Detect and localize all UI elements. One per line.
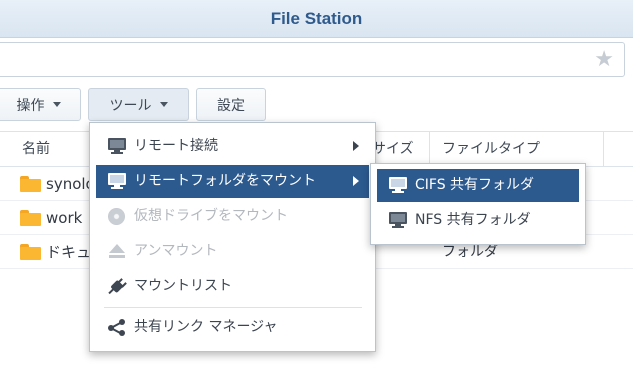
eject-icon: [108, 243, 126, 260]
settings-button-label: 設定: [217, 97, 245, 114]
monitor-icon: [389, 177, 407, 194]
menu-item-label: CIFS 共有フォルダ: [415, 177, 535, 193]
chevron-right-icon: [353, 176, 359, 186]
chevron-right-icon: [353, 141, 359, 151]
menu-item-nfs-shared-folder[interactable]: NFS 共有フォルダ: [377, 204, 579, 237]
column-header-type[interactable]: ファイルタイプ: [442, 132, 540, 166]
monitor-icon: [389, 212, 407, 229]
file-name: work: [46, 209, 83, 227]
action-button-label: 操作: [16, 97, 45, 114]
menu-item-remote-connection[interactable]: リモート接続: [96, 130, 369, 163]
menu-item-mount-remote-folder[interactable]: リモートフォルダをマウント: [96, 165, 369, 198]
column-header-size[interactable]: サイズ: [372, 132, 414, 166]
menu-item-share-link-manager[interactable]: 共有リンク マネージャ: [96, 311, 369, 344]
menu-item-label: リモートフォルダをマウント: [134, 173, 316, 189]
plug-icon: [108, 278, 127, 295]
column-header-name[interactable]: 名前: [22, 132, 50, 166]
monitor-icon: [108, 138, 126, 155]
folder-icon: [20, 210, 41, 226]
share-icon: [108, 319, 126, 336]
menu-divider: [104, 307, 362, 308]
tools-button-label: ツール: [109, 97, 152, 114]
menu-item-label: マウントリスト: [134, 278, 232, 294]
menu-item-label: アンマウント: [134, 243, 218, 259]
window-title: File Station: [270, 8, 363, 28]
mount-remote-folder-submenu: CIFS 共有フォルダ NFS 共有フォルダ: [370, 163, 586, 245]
tools-menu: リモート接続 リモートフォルダをマウント 仮想ドライブをマウント アンマウント …: [89, 122, 376, 352]
menu-item-label: 共有リンク マネージャ: [134, 319, 278, 335]
menu-item-cifs-shared-folder[interactable]: CIFS 共有フォルダ: [377, 169, 579, 202]
column-separator: [603, 132, 604, 166]
folder-icon: [20, 244, 41, 260]
menu-item-label: NFS 共有フォルダ: [415, 212, 531, 228]
monitor-icon: [108, 173, 126, 190]
menu-item-mount-virtual-drive[interactable]: 仮想ドライブをマウント: [96, 200, 369, 233]
tools-button[interactable]: ツール: [88, 88, 189, 121]
action-button[interactable]: 操作: [0, 88, 81, 121]
chevron-down-icon: [159, 102, 168, 107]
path-bar[interactable]: ★: [0, 42, 625, 77]
column-separator: [429, 132, 430, 166]
menu-item-label: リモート接続: [134, 138, 218, 154]
chevron-down-icon: [52, 102, 61, 107]
menu-item-mount-list[interactable]: マウントリスト: [96, 270, 369, 303]
menu-item-label: 仮想ドライブをマウント: [134, 208, 288, 224]
menu-item-unmount[interactable]: アンマウント: [96, 235, 369, 268]
folder-icon: [20, 176, 41, 192]
disc-icon: [108, 208, 125, 225]
title-bar: File Station: [0, 0, 633, 38]
favorite-star-icon[interactable]: ★: [594, 47, 614, 73]
settings-button[interactable]: 設定: [196, 88, 266, 121]
